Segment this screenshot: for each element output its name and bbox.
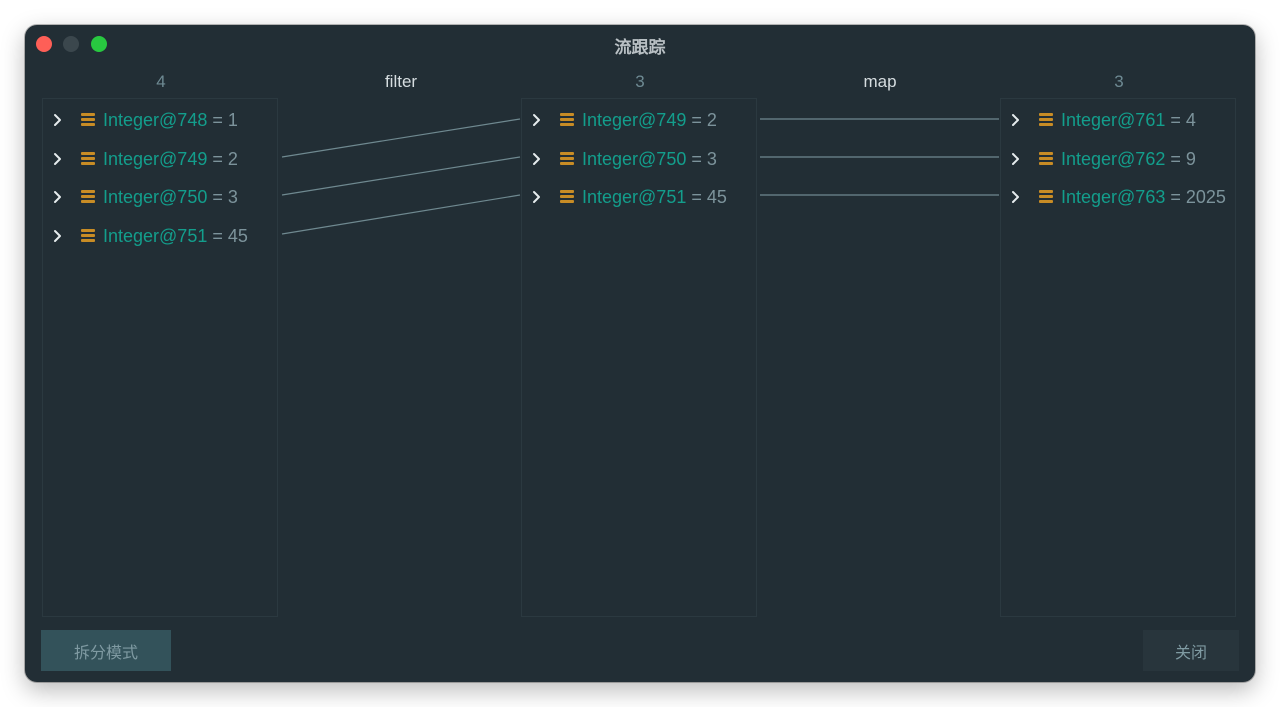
split-mode-button[interactable]: 拆分模式: [41, 630, 171, 671]
link-line: [281, 156, 521, 196]
link-line: [281, 118, 521, 158]
element-flow-links: [281, 118, 999, 235]
link-line: [281, 194, 521, 235]
close-button[interactable]: 关闭: [1143, 630, 1239, 671]
stream-trace-window: 流跟踪 4 filter 3 map 3 Integer@748 = 1 Inte…: [25, 25, 1255, 682]
